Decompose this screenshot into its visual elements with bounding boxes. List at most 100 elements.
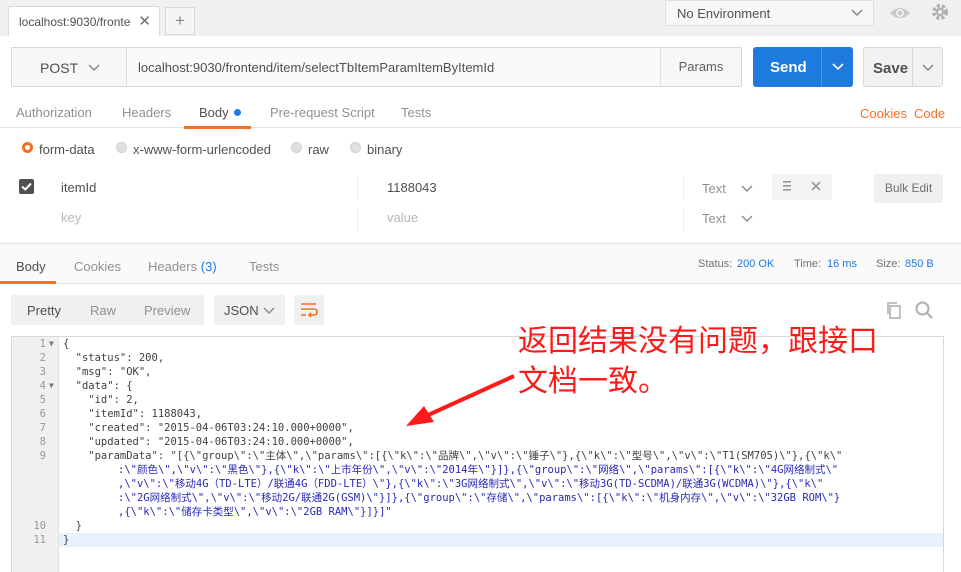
line-number: 1 xyxy=(39,338,46,350)
column-divider xyxy=(357,178,358,200)
method-label: POST xyxy=(40,60,79,76)
form-data-row: itemId 1188043 Text xyxy=(0,174,961,204)
code-text: } xyxy=(63,534,70,546)
save-button[interactable]: Save xyxy=(863,47,943,87)
view-mode-tabs: Pretty Raw Preview xyxy=(11,295,204,325)
annotation-line: 文档一致。 xyxy=(518,364,668,399)
radio-x-www-form-urlencoded[interactable]: x-www-form-urlencoded xyxy=(116,140,276,160)
method-select[interactable]: POST xyxy=(12,48,127,86)
environment-quick-look-button[interactable] xyxy=(882,0,918,26)
radio-raw[interactable]: raw xyxy=(291,140,336,160)
tab-pre-request-script[interactable]: Pre-request Script xyxy=(270,105,375,120)
code-wrapped-text: ,\"v\":\"移动4G（TD-LTE）/联通4G（FDD-LTE）\"},{… xyxy=(118,478,824,490)
delete-row-icon[interactable] xyxy=(810,180,822,195)
bulk-edit-button[interactable]: Bulk Edit xyxy=(874,174,943,203)
new-tab-button[interactable]: + xyxy=(165,7,195,35)
chevron-down-icon xyxy=(831,59,845,76)
column-divider xyxy=(683,208,684,230)
radio-label: x-www-form-urlencoded xyxy=(133,142,271,157)
format-label: JSON xyxy=(224,303,259,318)
tab-strip: localhost:9030/fronte ✕ + No Environment xyxy=(0,0,961,36)
radio-unselected-icon xyxy=(350,142,361,153)
size-label: Size: xyxy=(876,258,901,270)
chevron-down-icon xyxy=(87,60,101,77)
radio-label: form-data xyxy=(39,142,95,157)
view-raw[interactable]: Raw xyxy=(90,303,116,318)
type-select[interactable]: Text xyxy=(702,211,726,226)
response-tabs: Body Cookies Headers (3) Tests Status: 2… xyxy=(0,244,961,284)
response-tab-headers-label: Headers xyxy=(148,259,198,274)
code-link[interactable]: Code xyxy=(914,106,945,121)
chevron-down-icon xyxy=(849,4,865,23)
chevron-down-icon xyxy=(740,181,754,198)
send-button[interactable]: Send xyxy=(753,47,853,87)
headers-count: (3) xyxy=(200,259,217,274)
checkmark-icon xyxy=(21,182,32,191)
send-options-button[interactable] xyxy=(821,47,853,87)
params-button[interactable]: Params xyxy=(660,48,741,86)
type-select[interactable]: Text xyxy=(702,181,726,196)
tab-body[interactable]: Body xyxy=(199,105,241,120)
save-label: Save xyxy=(873,60,909,77)
key-input[interactable]: key xyxy=(61,210,81,225)
radio-label: binary xyxy=(367,142,403,157)
line-number: 5 xyxy=(39,394,46,406)
eye-icon xyxy=(889,3,911,26)
fold-arrow-icon[interactable]: ▼ xyxy=(49,337,54,351)
modified-dot-icon xyxy=(233,109,241,116)
fold-arrow-icon[interactable]: ▼ xyxy=(49,379,54,393)
status-label: Status: xyxy=(698,258,733,270)
wrap-lines-button[interactable] xyxy=(294,295,324,325)
view-pretty[interactable]: Pretty xyxy=(27,303,61,318)
environment-select[interactable]: No Environment xyxy=(665,0,874,26)
response-tab-cookies[interactable]: Cookies xyxy=(74,259,121,274)
body-type-radios: form-data x-www-form-urlencoded raw bina… xyxy=(0,140,961,160)
code-text: { xyxy=(63,338,70,350)
annotation-arrow-icon xyxy=(406,374,515,426)
view-preview[interactable]: Preview xyxy=(144,303,190,318)
radio-binary[interactable]: binary xyxy=(350,140,410,160)
radio-label: raw xyxy=(308,142,329,157)
active-tab-indicator xyxy=(184,126,251,129)
cookies-link[interactable]: Cookies xyxy=(860,106,907,121)
tab-authorization[interactable]: Authorization xyxy=(16,105,92,120)
code-text: "itemId": 1188043, xyxy=(63,408,203,420)
tab-headers[interactable]: Headers xyxy=(122,105,171,120)
environment-label: No Environment xyxy=(677,6,771,21)
value-field[interactable]: 1188043 xyxy=(387,180,437,195)
line-number: 9 xyxy=(39,450,46,462)
column-divider xyxy=(683,178,684,200)
size-value: 850 B xyxy=(905,258,934,270)
url-input[interactable]: localhost:9030/frontend/item/selectTbIte… xyxy=(138,60,494,75)
value-input[interactable]: value xyxy=(387,210,418,225)
tab-tests[interactable]: Tests xyxy=(401,105,431,120)
manage-environments-button[interactable] xyxy=(925,0,955,26)
search-icon[interactable] xyxy=(914,300,934,323)
code-line: 10 } xyxy=(12,519,943,533)
column-divider xyxy=(357,208,358,230)
line-number: 7 xyxy=(39,422,46,434)
drag-handle-icon[interactable] xyxy=(782,180,792,195)
radio-form-data[interactable]: form-data xyxy=(22,140,102,160)
code-text: "data": { xyxy=(63,380,133,392)
tab-body-label: Body xyxy=(199,105,229,120)
annotation-text: 返回结果没有问题，跟接口 文档一致。 xyxy=(518,322,878,402)
request-tab[interactable]: localhost:9030/fronte ✕ xyxy=(8,6,160,36)
time-label: Time: xyxy=(794,258,822,270)
response-tab-headers[interactable]: Headers (3) xyxy=(148,259,217,274)
close-icon[interactable]: ✕ xyxy=(138,12,151,30)
radio-unselected-icon xyxy=(291,142,302,153)
chevron-down-icon xyxy=(262,303,276,320)
copy-icon[interactable] xyxy=(885,301,903,322)
line-number: 8 xyxy=(39,436,46,448)
code-text: "status": 200, xyxy=(63,352,165,364)
format-select[interactable]: JSON xyxy=(214,295,285,325)
save-options-button[interactable] xyxy=(912,48,942,86)
line-number: 6 xyxy=(39,408,46,420)
key-field[interactable]: itemId xyxy=(61,180,96,195)
code-line: 8 "updated": "2015-04-06T03:24:10.000+00… xyxy=(12,435,943,449)
row-checkbox[interactable] xyxy=(19,179,34,194)
response-tab-tests[interactable]: Tests xyxy=(249,259,279,274)
response-tab-body[interactable]: Body xyxy=(16,259,46,274)
radio-selected-icon xyxy=(22,142,33,153)
